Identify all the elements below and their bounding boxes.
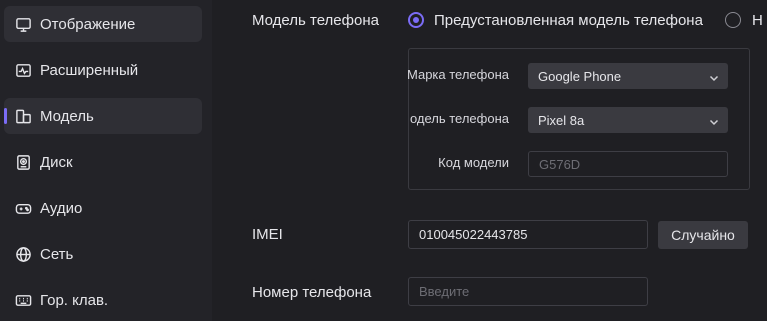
imei-input[interactable]: 010045022443785 <box>408 220 648 249</box>
phone-number-label: Номер телефона <box>252 284 372 301</box>
disk-icon <box>14 153 32 171</box>
other-model-radio-label[interactable]: Н <box>752 12 763 29</box>
sidebar-item-label: Гор. клав. <box>40 291 109 309</box>
model-code-label: Код модели <box>438 155 509 170</box>
sidebar-item-model[interactable]: Модель <box>4 98 202 134</box>
sidebar-item-label: Аудио <box>40 199 83 217</box>
sidebar-item-advanced[interactable]: Расширенный <box>4 52 202 88</box>
sidebar-item-label: Расширенный <box>40 61 139 79</box>
settings-panel: Модель телефона Предустановленная модель… <box>212 0 767 321</box>
sidebar-item-display[interactable]: Отображение <box>4 6 202 42</box>
sidebar-item-label: Отображение <box>40 15 136 33</box>
phone-model-label: Модель телефона <box>252 12 379 29</box>
brand-select[interactable]: Google Phone <box>528 63 728 89</box>
sidebar-item-disk[interactable]: Диск <box>4 144 202 180</box>
brand-select-value: Google Phone <box>538 68 622 84</box>
sidebar-item-audio[interactable]: Аудио <box>4 190 202 226</box>
model-select-value: Pixel 8a <box>538 112 585 128</box>
sidebar: Отображение Расширенный Модель Диск Ауди… <box>0 0 212 321</box>
preset-model-radio[interactable] <box>408 12 424 28</box>
activity-icon <box>14 61 32 79</box>
phone-number-placeholder: Введите <box>419 284 470 299</box>
other-model-radio[interactable] <box>725 12 741 28</box>
model-code-value: G576D <box>539 156 581 172</box>
sidebar-item-label: Диск <box>40 153 73 171</box>
model-select[interactable]: Pixel 8a <box>528 107 728 133</box>
chevron-down-icon <box>709 115 719 126</box>
chevron-down-icon <box>709 71 719 82</box>
sidebar-item-label: Модель <box>40 107 94 125</box>
monitor-icon <box>14 15 32 33</box>
sidebar-item-hotkeys[interactable]: Гор. клав. <box>4 282 202 318</box>
keyboard-icon <box>14 291 32 309</box>
model-icon <box>14 107 32 125</box>
model-code-field: G576D <box>528 151 728 177</box>
model-details-group: Марка телефона Google Phone одель телефо… <box>406 48 750 190</box>
sidebar-item-network[interactable]: Сеть <box>4 236 202 272</box>
model-label: одель телефона <box>409 111 509 126</box>
active-indicator <box>4 108 7 124</box>
preset-model-radio-label[interactable]: Предустановленная модель телефона <box>434 12 703 29</box>
brand-label: Марка телефона <box>406 67 509 82</box>
imei-label: IMEI <box>252 226 283 243</box>
random-imei-button[interactable]: Случайно <box>658 221 748 249</box>
gamepad-icon <box>14 199 32 217</box>
imei-value: 010045022443785 <box>419 227 528 242</box>
globe-icon <box>14 245 32 263</box>
phone-number-input[interactable]: Введите <box>408 277 648 306</box>
sidebar-item-label: Сеть <box>40 245 74 263</box>
